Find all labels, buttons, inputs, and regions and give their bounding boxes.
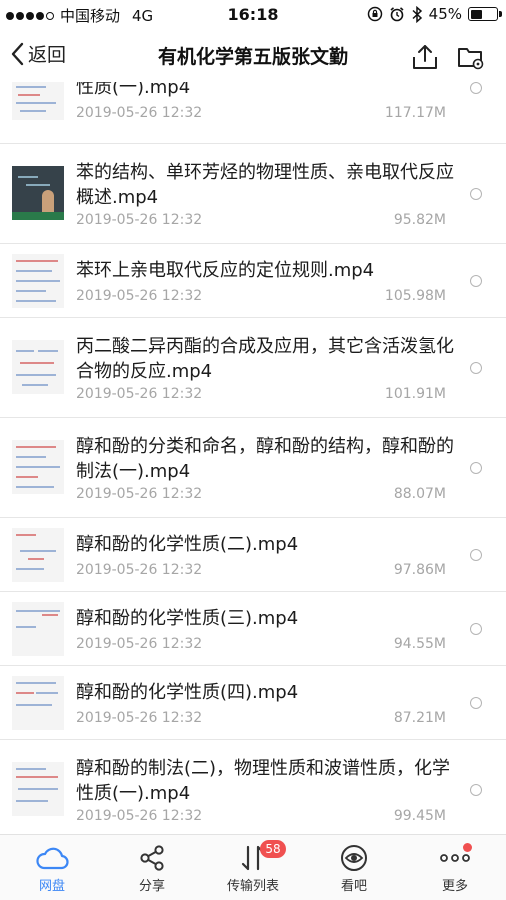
tab-watch[interactable]: 看吧 [309,841,399,894]
tab-label: 网盘 [38,879,65,894]
cloud-icon [36,847,69,870]
list-item[interactable]: 醇和酚的化学性质(四).mp4 2019-05-26 12:32 87.21M [0,666,506,740]
file-size: 99.45M [393,808,446,824]
status-bar: 中国移动 4G 16:18 45% [0,0,506,30]
file-date: 2019-05-26 12:32 [76,710,203,726]
file-thumbnail [12,340,64,394]
tab-transfer-list[interactable]: 传输列表 58 [208,840,298,894]
file-name: 醇和酚的化学性质(二).mp4 [76,534,299,555]
more-icon [440,854,470,862]
file-thumbnail [12,82,64,120]
notification-dot [463,843,472,852]
file-name: 性质(一).mp4 [76,82,191,98]
orientation-lock-icon [367,6,382,22]
file-date: 2019-05-26 12:32 [76,288,203,304]
select-radio[interactable] [470,462,482,474]
file-name: 醇和酚的制法(二)，物理性质和波谱性质，化学性质(一).mp4 [76,758,451,804]
file-size: 95.82M [393,212,446,228]
list-item[interactable]: 性质(一).mp4 2019-05-26 12:32 117.17M [0,82,506,144]
select-radio[interactable] [470,549,482,561]
file-name: 醇和酚的分类和命名，醇和酚的结构，醇和酚的制法(一).mp4 [76,436,454,482]
file-thumbnail [12,762,64,816]
list-item[interactable]: 苯的结构、单环芳烃的物理性质、亲电取代反应概述.mp4 2019-05-26 1… [0,144,506,244]
file-thumbnail [12,166,64,220]
file-date: 2019-05-26 12:32 [76,386,203,402]
list-item[interactable]: 苯环上亲电取代反应的定位规则.mp4 2019-05-26 12:32 105.… [0,244,506,318]
file-name: 醇和酚的化学性质(四).mp4 [76,682,299,703]
select-radio[interactable] [470,362,482,374]
list-item[interactable]: 醇和酚的制法(二)，物理性质和波谱性质，化学性质(一).mp4 2019-05-… [0,740,506,834]
file-date: 2019-05-26 12:32 [76,562,203,578]
file-date: 2019-05-26 12:32 [76,486,203,502]
alarm-icon [390,7,404,22]
file-thumbnail [12,528,64,582]
file-date: 2019-05-26 12:32 [76,808,203,824]
chevron-left-icon [11,42,24,65]
folder-settings-icon[interactable] [456,42,486,72]
file-size: 101.91M [384,386,446,402]
back-label: 返回 [28,44,67,66]
select-radio[interactable] [470,275,482,287]
list-item[interactable]: 醇和酚的化学性质(三).mp4 2019-05-26 12:32 94.55M [0,592,506,666]
bluetooth-icon [412,5,422,23]
navigation-bar: 返回 有机化学第五版张文勤 [0,30,506,82]
file-size: 97.86M [393,562,446,578]
eye-icon [341,845,367,871]
select-radio[interactable] [470,623,482,635]
tab-label: 看吧 [340,879,367,894]
file-size: 94.55M [393,636,446,652]
file-list: 性质(一).mp4 2019-05-26 12:32 117.17M 苯的结构、… [0,82,506,834]
file-name: 苯环上亲电取代反应的定位规则.mp4 [76,260,375,281]
select-radio[interactable] [470,188,482,200]
upload-icon[interactable] [410,42,440,72]
file-date: 2019-05-26 12:32 [76,212,203,228]
list-item[interactable]: 丙二酸二异丙酯的合成及应用，其它含活泼氢化合物的反应.mp4 2019-05-2… [0,318,506,418]
battery-percent: 45% [428,5,462,23]
file-thumbnail [12,254,64,308]
file-size: 87.21M [393,710,446,726]
back-button[interactable]: 返回 [10,40,66,67]
file-name: 醇和酚的化学性质(三).mp4 [76,608,299,629]
tab-share[interactable]: 分享 [107,841,197,894]
share-icon [140,845,164,871]
file-date: 2019-05-26 12:32 [76,105,203,121]
file-size: 117.17M [384,105,446,121]
tab-label: 传输列表 [226,879,279,894]
select-radio[interactable] [470,697,482,709]
file-name: 丙二酸二异丙酯的合成及应用，其它含活泼氢化合物的反应.mp4 [76,336,454,382]
file-name: 苯的结构、单环芳烃的物理性质、亲电取代反应概述.mp4 [76,162,454,208]
file-thumbnail [12,602,64,656]
select-radio[interactable] [470,784,482,796]
select-radio[interactable] [470,82,482,94]
status-right: 45% [367,5,502,23]
file-thumbnail [12,440,64,494]
file-size: 88.07M [393,486,446,502]
battery-icon [468,7,502,21]
list-item[interactable]: 醇和酚的化学性质(二).mp4 2019-05-26 12:32 97.86M [0,518,506,592]
file-thumbnail [12,676,64,730]
tab-bar: 网盘 分享 传输列表 58 看吧 更多 [0,834,506,900]
tab-cloud-drive[interactable]: 网盘 [7,841,97,894]
tab-label: 分享 [138,879,165,894]
file-date: 2019-05-26 12:32 [76,636,203,652]
file-size: 105.98M [384,288,446,304]
transfer-count-badge: 58 [260,840,286,858]
tab-label: 更多 [441,879,468,894]
list-item[interactable]: 醇和酚的分类和命名，醇和酚的结构，醇和酚的制法(一).mp4 2019-05-2… [0,418,506,518]
tab-more[interactable]: 更多 [410,841,500,894]
page-title: 有机化学第五版张文勤 [157,46,348,68]
